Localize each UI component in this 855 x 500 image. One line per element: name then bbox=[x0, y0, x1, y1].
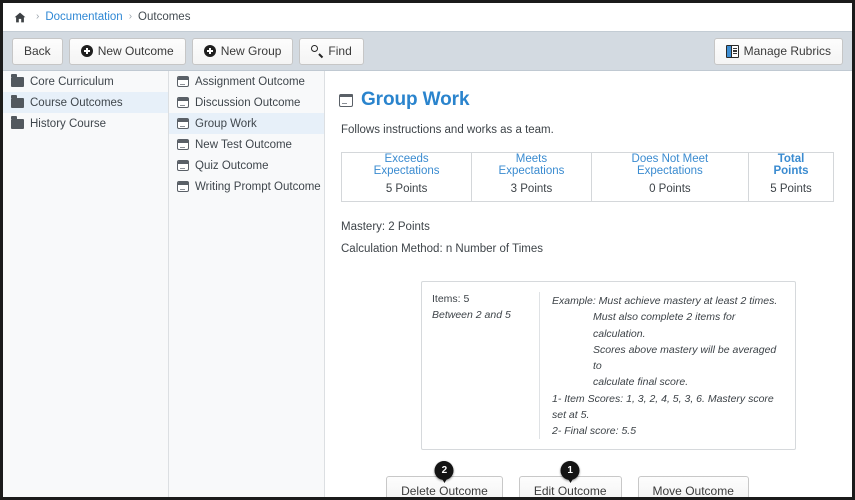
group-item-core-curriculum[interactable]: Core Curriculum bbox=[3, 71, 168, 92]
new-outcome-button[interactable]: New Outcome bbox=[68, 37, 186, 65]
ratings-points-row: 5 Points 3 Points 0 Points 5 Points bbox=[340, 177, 834, 202]
breadcrumb-link-documentation[interactable]: Documentation bbox=[45, 11, 122, 23]
example-box-right: Example: Must achieve mastery at least 2… bbox=[540, 292, 795, 439]
breadcrumb-separator-1: › bbox=[36, 11, 40, 22]
example-items-line: Items: 5 bbox=[432, 293, 470, 305]
group-item-label: Course Outcomes bbox=[30, 96, 123, 109]
outcome-item-quiz-outcome[interactable]: Quiz Outcome bbox=[169, 155, 324, 176]
rating-header-does-not-meet: Does Not Meet Expectations bbox=[590, 152, 750, 177]
ratings-table: Exceeds Expectations Meets Expectations … bbox=[340, 152, 834, 202]
rating-points-exceeds: 5 Points bbox=[340, 177, 473, 202]
outcome-item-group-work[interactable]: Group Work bbox=[169, 113, 324, 134]
delete-outcome-wrap: 2 Delete Outcome bbox=[386, 461, 503, 497]
outcome-item-label: Writing Prompt Outcome bbox=[195, 180, 321, 193]
rating-header-total-points: Total Points bbox=[748, 152, 834, 177]
example-line-1: Example: Must achieve mastery at least 2… bbox=[552, 295, 778, 307]
group-item-history-course[interactable]: History Course bbox=[3, 113, 168, 134]
outcome-icon bbox=[177, 181, 189, 192]
browser-columns: Core Curriculum Course Outcomes History … bbox=[3, 71, 852, 497]
back-button-label: Back bbox=[24, 44, 51, 58]
breadcrumb: › Documentation › Outcomes bbox=[3, 3, 852, 31]
outcome-icon bbox=[177, 160, 189, 171]
new-group-button-label: New Group bbox=[220, 44, 282, 58]
manage-rubrics-button[interactable]: Manage Rubrics bbox=[713, 37, 843, 65]
plus-circle-icon bbox=[203, 45, 216, 57]
folder-icon bbox=[11, 95, 24, 108]
example-box-left: Items: 5 Between 2 and 5 bbox=[422, 292, 540, 440]
rating-points-meets: 3 Points bbox=[471, 177, 592, 202]
example-line-4: calculate final score. bbox=[593, 376, 689, 389]
app-window: › Documentation › Outcomes Back New Outc… bbox=[3, 3, 852, 497]
outcome-item-label: New Test Outcome bbox=[195, 138, 292, 151]
outcome-item-label: Quiz Outcome bbox=[195, 159, 269, 172]
outcomes-panel[interactable]: Assignment Outcome Discussion Outcome Gr… bbox=[169, 71, 325, 497]
step-badge-2: 2 bbox=[434, 461, 454, 484]
group-item-label: Core Curriculum bbox=[30, 75, 114, 88]
outcome-item-writing-prompt-outcome[interactable]: Writing Prompt Outcome bbox=[169, 176, 324, 197]
edit-outcome-wrap: 1 Edit Outcome bbox=[518, 461, 622, 497]
ratings-header-row: Exceeds Expectations Meets Expectations … bbox=[340, 152, 834, 177]
back-button[interactable]: Back bbox=[12, 37, 63, 65]
find-button-label: Find bbox=[328, 44, 352, 58]
outcome-item-new-test-outcome[interactable]: New Test Outcome bbox=[169, 134, 324, 155]
folder-icon bbox=[11, 116, 24, 129]
outcome-icon bbox=[177, 97, 189, 108]
outcome-icon bbox=[177, 139, 189, 150]
manage-rubrics-button-label: Manage Rubrics bbox=[743, 44, 831, 58]
new-outcome-button-label: New Outcome bbox=[97, 44, 174, 58]
outcome-item-discussion-outcome[interactable]: Discussion Outcome bbox=[169, 92, 324, 113]
outcome-item-label: Group Work bbox=[195, 117, 257, 130]
folder-icon bbox=[11, 74, 24, 87]
screenshot-frame: › Documentation › Outcomes Back New Outc… bbox=[0, 0, 855, 500]
rubric-icon bbox=[725, 44, 739, 58]
rating-points-total: 5 Points bbox=[748, 177, 834, 202]
outcome-detail-panel: Group Work Follows instructions and work… bbox=[325, 71, 852, 497]
breadcrumb-separator-2: › bbox=[128, 11, 133, 22]
new-group-button[interactable]: New Group bbox=[191, 37, 294, 65]
mastery-text: Mastery: 2 Points bbox=[341, 221, 430, 233]
outcome-icon bbox=[177, 76, 189, 87]
move-outcome-wrap: Move Outcome bbox=[637, 476, 749, 497]
search-icon bbox=[311, 45, 323, 57]
example-range-line: Between 2 and 5 bbox=[432, 309, 511, 321]
rating-header-exceeds: Exceeds Expectations bbox=[340, 152, 473, 177]
outcome-item-label: Assignment Outcome bbox=[195, 75, 305, 88]
group-item-course-outcomes[interactable]: Course Outcomes bbox=[3, 92, 168, 113]
step-badge-1: 1 bbox=[560, 461, 580, 484]
example-line-5: 1- Item Scores: 1, 3, 2, 4, 5, 3, 6. Mas… bbox=[552, 392, 774, 421]
outcome-item-label: Discussion Outcome bbox=[195, 96, 301, 109]
outcome-icon bbox=[339, 93, 353, 107]
outcome-icon bbox=[177, 118, 189, 129]
toolbar: Back New Outcome New Group Find Manage R… bbox=[3, 31, 852, 71]
rating-header-meets: Meets Expectations bbox=[471, 152, 592, 177]
find-button[interactable]: Find bbox=[299, 37, 364, 65]
page-title: Group Work bbox=[339, 89, 834, 111]
move-outcome-button[interactable]: Move Outcome bbox=[637, 476, 749, 497]
breadcrumb-current-outcomes: Outcomes bbox=[138, 11, 191, 23]
outcome-description: Follows instructions and works as a team… bbox=[341, 124, 554, 136]
groups-panel[interactable]: Core Curriculum Course Outcomes History … bbox=[3, 71, 169, 497]
example-line-3: Scores above mastery will be averaged to bbox=[593, 343, 777, 373]
group-item-label: History Course bbox=[30, 117, 107, 130]
example-line-6: 2- Final score: 5.5 bbox=[552, 425, 637, 438]
rating-points-does-not-meet: 0 Points bbox=[590, 177, 750, 202]
outcome-item-assignment-outcome[interactable]: Assignment Outcome bbox=[169, 71, 324, 92]
plus-circle-icon bbox=[80, 45, 93, 57]
example-box: Items: 5 Between 2 and 5 Example: Must a… bbox=[421, 281, 796, 451]
outcome-title-text: Group Work bbox=[361, 89, 470, 110]
home-icon[interactable] bbox=[13, 10, 27, 24]
calculation-method-text: Calculation Method: n Number of Times bbox=[341, 243, 543, 255]
outcome-actions: 2 Delete Outcome 1 Edit Outcome Move Out… bbox=[339, 461, 834, 497]
example-line-2: Must also complete 2 items for calculati… bbox=[593, 311, 736, 340]
